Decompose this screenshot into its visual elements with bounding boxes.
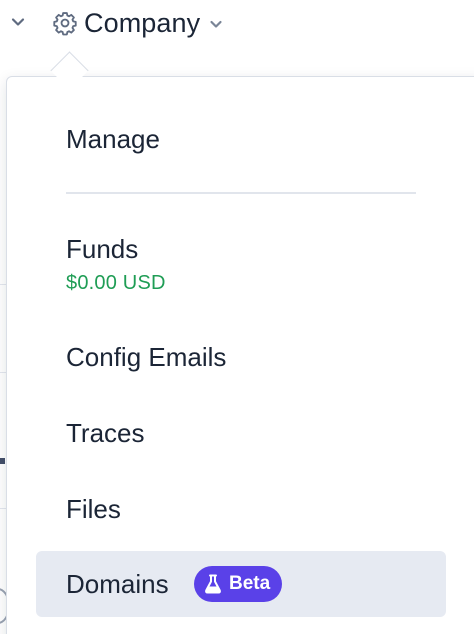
menu-item-domains[interactable]: Domains Beta (36, 551, 446, 617)
beta-badge-label: Beta (229, 573, 271, 594)
flask-icon (205, 574, 221, 594)
background-mark (0, 458, 5, 464)
chevron-down-icon[interactable] (10, 14, 26, 30)
header: Company (0, 0, 474, 46)
gear-icon (53, 12, 77, 36)
company-menu-button[interactable]: Company (52, 6, 224, 40)
funds-balance: $0.00 USD (66, 272, 166, 294)
menu-item-funds[interactable]: Funds (66, 234, 138, 265)
menu-item-files[interactable]: Files (66, 494, 121, 525)
menu-item-traces[interactable]: Traces (66, 418, 145, 449)
menu-divider (66, 192, 416, 194)
beta-badge: Beta (194, 566, 283, 602)
menu-item-domains-label: Domains (66, 569, 169, 599)
menu-item-manage[interactable]: Manage (66, 124, 160, 155)
page: Company Manage Funds $0.00 USD Config Em… (0, 0, 474, 634)
menu-item-config-emails[interactable]: Config Emails (66, 342, 226, 373)
chevron-down-icon (210, 20, 222, 28)
company-label: Company (84, 7, 201, 38)
